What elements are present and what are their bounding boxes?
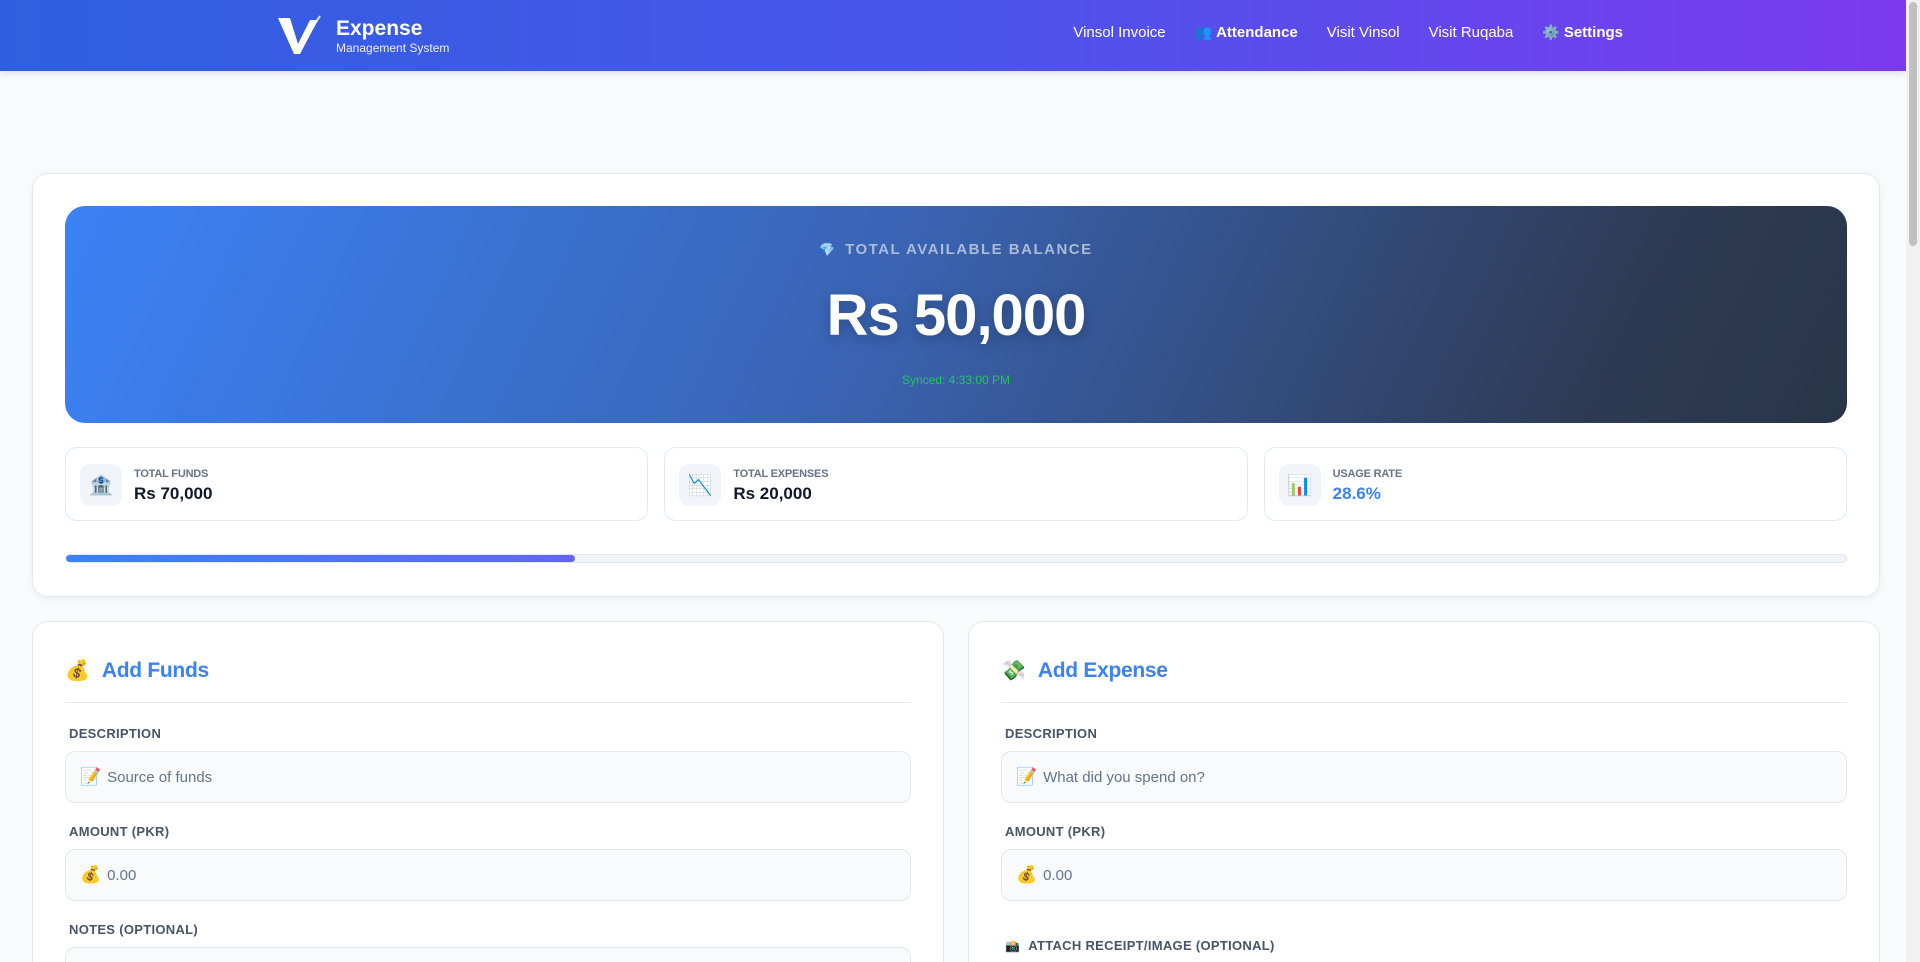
- stat-total-expenses: 📉 TOTAL EXPENSES Rs 20,000: [664, 447, 1248, 521]
- chart-decreasing-icon: 📉: [679, 464, 722, 506]
- nav-visit-vinsol-label: Visit Vinsol: [1326, 24, 1400, 41]
- money-bag-icon: 💰: [80, 865, 102, 884]
- top-navbar: Expense Management System Vinsol Invoice…: [0, 0, 1906, 71]
- funds-amount-input[interactable]: [107, 866, 910, 884]
- stat-label: TOTAL FUNDS: [134, 468, 209, 480]
- people-icon: 👥: [1194, 24, 1213, 40]
- funds-description-input[interactable]: [107, 768, 910, 786]
- expense-description-field[interactable]: 📝: [1001, 751, 1847, 803]
- brand-logo-icon: [278, 15, 321, 55]
- money-bag-icon: 💰: [1016, 865, 1038, 884]
- balance-label: 💎 TOTAL AVAILABLE BALANCE: [65, 241, 1847, 258]
- brand-title: Expense: [336, 17, 423, 40]
- nav-vinsol-invoice-label: Vinsol Invoice: [1073, 24, 1166, 41]
- money-with-wings-icon: 💸: [1001, 660, 1026, 682]
- scrollbar-thumb[interactable]: [1909, 2, 1917, 246]
- funds-notes-label: NOTES (OPTIONAL): [69, 922, 199, 937]
- stat-usage-rate: 📊 USAGE RATE 28.6%: [1263, 447, 1847, 521]
- stat-value: 28.6%: [1332, 484, 1381, 503]
- sync-status: Synced: 4:33:00 PM: [901, 373, 1011, 387]
- expense-amount-label: AMOUNT (PKR): [1005, 824, 1106, 839]
- balance-summary-card: 💎 TOTAL AVAILABLE BALANCE Rs 50,000 Synce…: [32, 173, 1880, 597]
- bar-chart-icon: 📊: [1278, 464, 1321, 506]
- attach-receipt-text: ATTACH RECEIPT/IMAGE (OPTIONAL): [1028, 938, 1275, 953]
- balance-amount: Rs 50,000: [826, 283, 1087, 348]
- funds-notes-field[interactable]: [65, 947, 911, 962]
- stat-value: Rs 70,000: [134, 484, 213, 503]
- nav-attendance-label: Attendance: [1216, 24, 1298, 41]
- funds-description-label: DESCRIPTION: [69, 726, 162, 741]
- nav-visit-ruqaba[interactable]: Visit Ruqaba: [1429, 24, 1514, 41]
- money-bag-icon: 💰: [65, 660, 90, 682]
- usage-progress-fill: [66, 555, 576, 562]
- expense-amount-field[interactable]: 💰: [1001, 849, 1847, 901]
- usage-progress-bar: [65, 554, 1847, 563]
- expense-amount-input[interactable]: [1043, 866, 1846, 884]
- nav-settings[interactable]: ⚙️ Settings: [1542, 24, 1623, 41]
- gear-icon: ⚙️: [1542, 24, 1560, 40]
- balance-label-text: TOTAL AVAILABLE BALANCE: [845, 241, 1093, 258]
- stat-label: TOTAL EXPENSES: [733, 468, 829, 480]
- add-funds-header: 💰 Add Funds: [65, 658, 911, 703]
- balance-hero: 💎 TOTAL AVAILABLE BALANCE Rs 50,000 Synce…: [65, 206, 1847, 423]
- bank-icon: 🏦: [80, 464, 122, 506]
- brand[interactable]: Expense Management System: [276, 14, 449, 58]
- attach-receipt-label[interactable]: 📸 ATTACH RECEIPT/IMAGE (OPTIONAL): [1005, 938, 1275, 953]
- add-funds-title: Add Funds: [101, 659, 209, 682]
- add-expense-panel: 💸 Add Expense DESCRIPTION 📝 AMOUNT (PKR)…: [968, 621, 1880, 962]
- memo-icon: 📝: [80, 767, 102, 786]
- nav-visit-vinsol[interactable]: Visit Vinsol: [1327, 24, 1400, 41]
- nav-visit-ruqaba-label: Visit Ruqaba: [1428, 24, 1514, 41]
- nav-vinsol-invoice[interactable]: Vinsol Invoice: [1073, 24, 1165, 41]
- diamond-icon: 💎: [819, 242, 838, 257]
- funds-description-field[interactable]: 📝: [65, 751, 911, 803]
- stat-value: Rs 20,000: [733, 484, 812, 503]
- add-expense-header: 💸 Add Expense: [1001, 658, 1847, 703]
- stat-label: USAGE RATE: [1332, 468, 1403, 480]
- page-scrollbar[interactable]: [1906, 0, 1920, 962]
- stat-total-funds: 🏦 TOTAL FUNDS Rs 70,000: [65, 447, 649, 521]
- main-nav: Vinsol Invoice 👥 Attendance Visit Vinsol …: [1073, 24, 1623, 41]
- memo-icon: 📝: [1016, 767, 1038, 786]
- camera-icon: 📸: [1005, 939, 1021, 953]
- stats-row: 🏦 TOTAL FUNDS Rs 70,000 📉 TOTAL EXPENSES…: [65, 447, 1847, 521]
- expense-description-label: DESCRIPTION: [1005, 726, 1098, 741]
- add-expense-title: Add Expense: [1037, 659, 1168, 682]
- nav-settings-label: Settings: [1563, 24, 1623, 41]
- expense-description-input[interactable]: [1043, 768, 1846, 786]
- funds-amount-label: AMOUNT (PKR): [69, 824, 170, 839]
- brand-subtitle: Management System: [336, 41, 450, 55]
- funds-amount-field[interactable]: 💰: [65, 849, 911, 901]
- nav-attendance[interactable]: 👥 Attendance: [1195, 24, 1298, 41]
- add-funds-panel: 💰 Add Funds DESCRIPTION 📝 AMOUNT (PKR) 💰…: [32, 621, 944, 962]
